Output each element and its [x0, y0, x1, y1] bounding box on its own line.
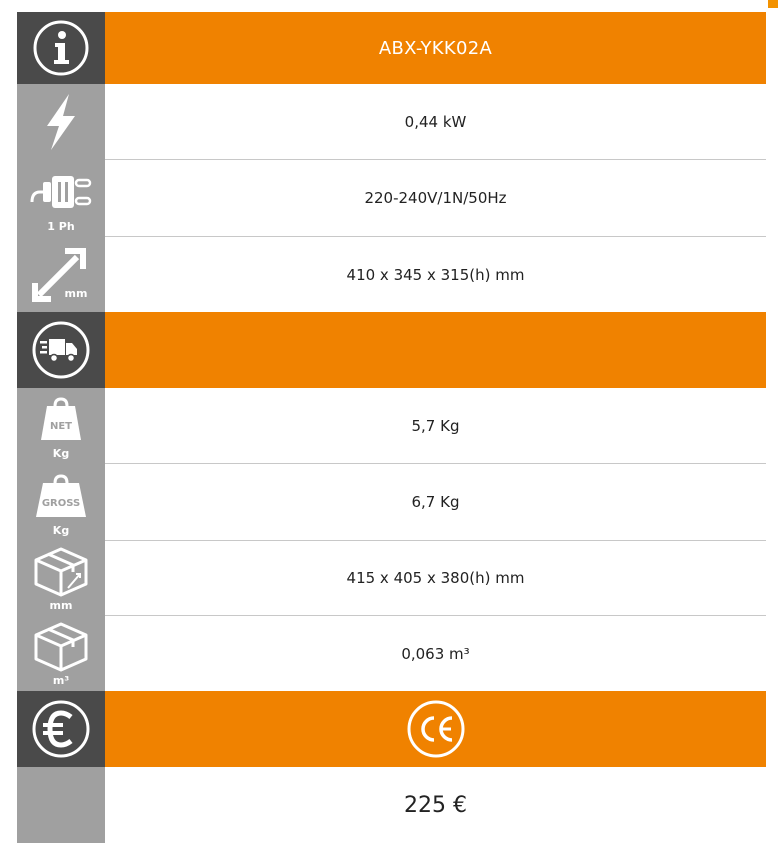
- net-weight-row: NET Kg 5,7 Kg: [17, 388, 766, 464]
- electrical-row: 1 Ph 220-240V/1N/50Hz: [17, 160, 766, 237]
- delivery-header-cell: [105, 312, 766, 388]
- package-icon-cell: mm: [17, 541, 105, 616]
- ce-cell: [105, 691, 766, 767]
- euro-icon: [31, 699, 91, 759]
- delivery-icon-cell: [17, 312, 105, 388]
- electrical-value: 220-240V/1N/50Hz: [364, 189, 507, 207]
- package-unit-label: mm: [49, 599, 73, 612]
- power-cell: 0,44 kW: [105, 84, 766, 160]
- gross-weight-value: 6,7 Kg: [411, 493, 460, 511]
- pricing-header-row: [17, 691, 766, 767]
- info-icon: [32, 19, 90, 77]
- price-value: 225 €: [404, 792, 467, 818]
- delivery-truck-icon: [31, 320, 91, 380]
- package-dimensions-row: mm 415 x 405 x 380(h) mm: [17, 541, 766, 616]
- model-row: ABX-YKK02A: [17, 12, 766, 84]
- model-name: ABX-YKK02A: [378, 37, 493, 59]
- price-cell: 225 €: [105, 767, 766, 843]
- model-cell: ABX-YKK02A: [105, 12, 766, 84]
- gross-unit-label: Kg: [52, 524, 70, 537]
- net-weight-cell: 5,7 Kg: [105, 388, 766, 464]
- price-icon-cell: [17, 767, 105, 843]
- info-icon-cell: [17, 12, 105, 84]
- net-weight-value: 5,7 Kg: [411, 416, 460, 435]
- euro-icon-cell: [17, 691, 105, 767]
- volume-icon-cell: m³: [17, 616, 105, 691]
- ce-mark-icon: [406, 699, 466, 759]
- delivery-row: [17, 312, 766, 388]
- net-weight-icon-cell: NET Kg: [17, 388, 105, 464]
- gross-weight-icon-cell: GROSS Kg: [17, 464, 105, 541]
- power-row: 0,44 kW: [17, 84, 766, 160]
- volume-cell: 0,063 m³: [105, 616, 766, 691]
- power-icon-cell: [17, 84, 105, 160]
- plug-icon-cell: 1 Ph: [17, 160, 105, 237]
- dimensions-value: 410 x 345 x 315(h) mm: [346, 265, 525, 284]
- volume-value: 0,063 m³: [401, 644, 470, 663]
- corner-accent: [768, 0, 778, 8]
- lightning-icon: [39, 92, 83, 152]
- volume-unit-label: m³: [52, 674, 70, 687]
- power-value: 0,44 kW: [404, 112, 467, 131]
- gross-weight-row: GROSS Kg 6,7 Kg: [17, 464, 766, 541]
- dimensions-unit-label: mm: [64, 287, 88, 300]
- package-dimensions-value: 415 x 405 x 380(h) mm: [346, 569, 525, 587]
- dimensions-cell: 410 x 345 x 315(h) mm: [105, 237, 766, 312]
- dimensions-row: mm 410 x 345 x 315(h) mm: [17, 237, 766, 312]
- dimensions-icon-cell: mm: [17, 237, 105, 312]
- plug-icon: [28, 172, 94, 212]
- net-weight-icon: NET: [39, 396, 83, 442]
- spec-table: ABX-YKK02A 0,44 kW 1 Ph 220-240V/1N/50Hz…: [17, 12, 766, 843]
- plug-label: 1 Ph: [47, 220, 75, 233]
- volume-row: m³ 0,063 m³: [17, 616, 766, 691]
- box-dimensions-icon: [32, 546, 90, 598]
- box-volume-icon: [32, 621, 90, 673]
- electrical-cell: 220-240V/1N/50Hz: [105, 160, 766, 237]
- price-row: 225 €: [17, 767, 766, 843]
- gross-weight-cell: 6,7 Kg: [105, 464, 766, 541]
- net-tag: NET: [50, 421, 72, 432]
- net-unit-label: Kg: [52, 447, 70, 460]
- package-dimensions-cell: 415 x 405 x 380(h) mm: [105, 541, 766, 616]
- gross-weight-icon: GROSS: [33, 473, 89, 519]
- gross-tag: GROSS: [42, 498, 80, 509]
